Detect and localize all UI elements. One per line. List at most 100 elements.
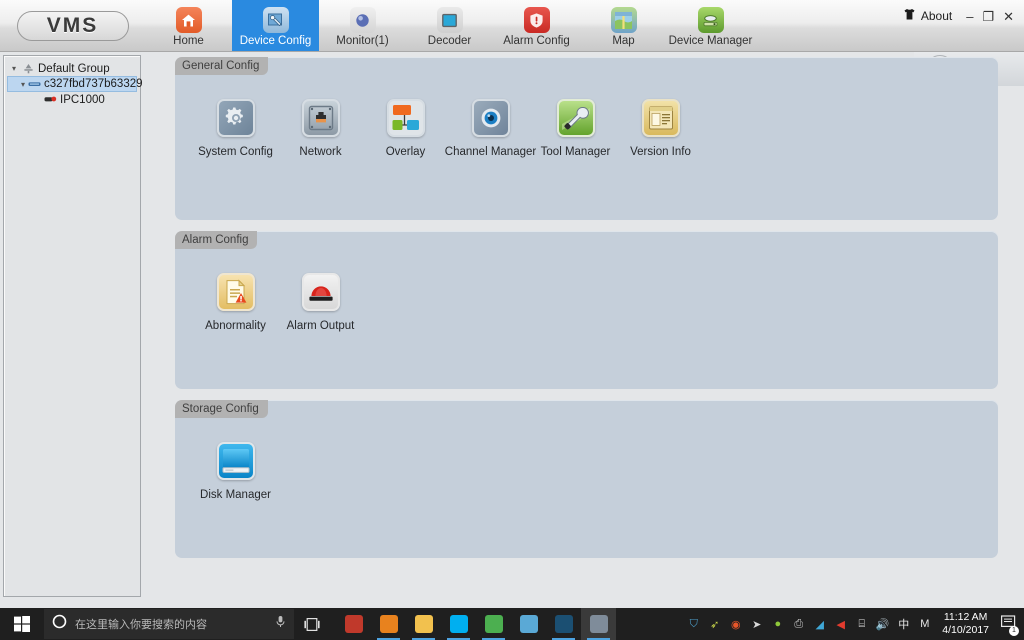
group-icon [22, 63, 35, 74]
panel-alarm-config: Alarm Config Abnormality Alarm Output [175, 231, 998, 389]
speaker-tray-icon[interactable]: 🔊 [875, 617, 890, 632]
document-warning-icon [216, 273, 255, 311]
file-explorer-app-icon [414, 615, 433, 633]
about-label: About [920, 9, 953, 23]
nav-item-monitor-1[interactable]: Monitor(1) [319, 0, 406, 51]
tile-system-config[interactable]: System Config [193, 99, 278, 158]
panel-title: General Config [175, 57, 269, 75]
tile-label: Disk Manager [200, 489, 271, 501]
nav-item-alarm-config[interactable]: Alarm Config [493, 0, 580, 51]
clock-time: 11:12 AM [943, 611, 988, 623]
tree-node[interactable]: ▾ c327fbd737b63329 [7, 76, 143, 92]
nav-item-home[interactable]: Home [145, 0, 232, 51]
vms-app-icon [589, 615, 608, 633]
taskbar-vms-app[interactable] [581, 608, 616, 640]
tile-disk-manager[interactable]: Disk Manager [193, 442, 278, 501]
volume-red-tray-icon[interactable]: ◀ [833, 617, 848, 632]
siren-icon [301, 273, 340, 311]
send-tray-icon[interactable]: ➤ [749, 617, 764, 632]
home-icon [175, 7, 202, 33]
taskbar-media-player-app[interactable] [336, 608, 371, 640]
ime-chinese-tray-icon[interactable]: 中 [896, 617, 911, 632]
alarm-config-icon [523, 7, 550, 33]
panel-title: Alarm Config [175, 231, 258, 249]
taskbar-video-player-app[interactable] [371, 608, 406, 640]
tile-alarm-output[interactable]: Alarm Output [278, 273, 363, 332]
monitor-icon [349, 7, 376, 33]
minimize-button[interactable]: – [966, 10, 973, 23]
task-view-icon[interactable] [294, 617, 330, 631]
taskbar-skype-app[interactable] [441, 608, 476, 640]
action-center-icon[interactable]: 1 [999, 614, 1019, 636]
taskbar-photoshop-app[interactable] [546, 608, 581, 640]
video-player-app-icon [379, 615, 398, 633]
taskbar-apps [330, 608, 616, 640]
tile-tool-manager[interactable]: Tool Manager [533, 99, 618, 158]
tile-overlay[interactable]: Overlay [363, 99, 448, 158]
windows-start-icon[interactable] [0, 616, 44, 632]
tile-grid: Disk Manager [175, 400, 998, 501]
windows-taskbar: 在这里输入你要搜索的内容 ⛉ ➶ ◉ ➤ ● ⎙ ◢ ◀ ⌸ 🔊 中 M 11:12 AM 4/10/… [0, 608, 1024, 640]
tile-network[interactable]: Network [278, 99, 363, 158]
tree-expander[interactable]: ▾ [9, 64, 19, 73]
close-button[interactable]: ✕ [1003, 10, 1014, 23]
nav-label: Alarm Config [503, 35, 570, 47]
security-shield-tray-icon[interactable]: ⛉ [686, 617, 701, 632]
tree-expander[interactable]: ▾ [21, 80, 25, 89]
tree-node[interactable]: IPC1000 [7, 92, 137, 107]
nav-item-decoder[interactable]: Decoder [406, 0, 493, 51]
nav-label: Decoder [427, 35, 472, 47]
tree-node[interactable]: ▾ Default Group [7, 61, 137, 76]
device-config-icon [262, 7, 289, 33]
nav-label: Map [612, 35, 635, 47]
microphone-icon[interactable] [275, 615, 286, 633]
eye-icon [471, 99, 510, 137]
tree-node-label: c327fbd737b63329 [44, 78, 143, 90]
tile-grid: System Config Network Overlay Channel Manag… [175, 57, 998, 158]
taskbar-chrome-app[interactable] [476, 608, 511, 640]
media-player-app-icon [344, 615, 363, 633]
tile-abnormality[interactable]: Abnormality [193, 273, 278, 332]
ime-mode-tray-icon[interactable]: M [917, 617, 932, 632]
about-button[interactable]: About [903, 8, 952, 24]
device-tree: ▾ Default Group ▾ c327fbd737b63329 IPC1000 [4, 56, 143, 112]
tile-label: Version Info [630, 146, 691, 158]
tile-grid: Abnormality Alarm Output [175, 231, 998, 332]
notification-badge: 1 [1009, 625, 1019, 636]
bandwidth-tray-icon[interactable]: ➶ [707, 617, 722, 632]
tile-label: Network [299, 146, 342, 158]
update-tray-icon[interactable]: ● [770, 617, 785, 632]
device-manager-icon [697, 7, 724, 33]
gear-icon [216, 99, 255, 137]
tree-node-label: IPC1000 [60, 93, 105, 106]
device-icon [28, 79, 41, 90]
nav-label: Monitor(1) [336, 35, 389, 47]
tile-label: Overlay [385, 146, 426, 158]
camera-icon [44, 94, 57, 105]
window-buttons: – ❐ ✕ [966, 10, 1014, 23]
nav-item-device-config[interactable]: Device Config [232, 0, 319, 51]
clock-date: 4/10/2017 [942, 624, 989, 636]
browser-tray-icon[interactable]: ◉ [728, 617, 743, 632]
tshirt-icon [903, 8, 916, 24]
notes-app-icon [519, 615, 538, 633]
taskbar-file-explorer-app[interactable] [406, 608, 441, 640]
search-input[interactable]: 在这里输入你要搜索的内容 [44, 609, 294, 639]
tile-channel-manager[interactable]: Channel Manager [444, 99, 537, 158]
nav-item-device-manager[interactable]: Device Manager [667, 0, 754, 51]
taskbar-notes-app[interactable] [511, 608, 546, 640]
tile-label: Channel Manager [444, 146, 537, 158]
config-panels: General Config System Config Network Overla… [175, 57, 998, 608]
main-stage: ▾Default Group▾c327fbd737b63329IPC1000 0… [0, 52, 1024, 608]
nav-label: Device Config [239, 35, 312, 47]
display-tray-icon[interactable]: ◢ [812, 617, 827, 632]
nav-item-map[interactable]: Map [580, 0, 667, 51]
panel-title: Storage Config [175, 400, 268, 418]
restore-button[interactable]: ❐ [982, 10, 994, 23]
system-tray: ⛉ ➶ ◉ ➤ ● ⎙ ◢ ◀ ⌸ 🔊 中 M 11:12 AM 4/10/2017 1 [686, 611, 1024, 637]
printer-tray-icon[interactable]: ⎙ [791, 617, 806, 632]
taskbar-clock[interactable]: 11:12 AM 4/10/2017 [939, 611, 992, 637]
nav-label: Device Manager [668, 35, 753, 47]
network-tray-icon[interactable]: ⌸ [854, 617, 869, 632]
tile-version-info[interactable]: Version Info [618, 99, 703, 158]
